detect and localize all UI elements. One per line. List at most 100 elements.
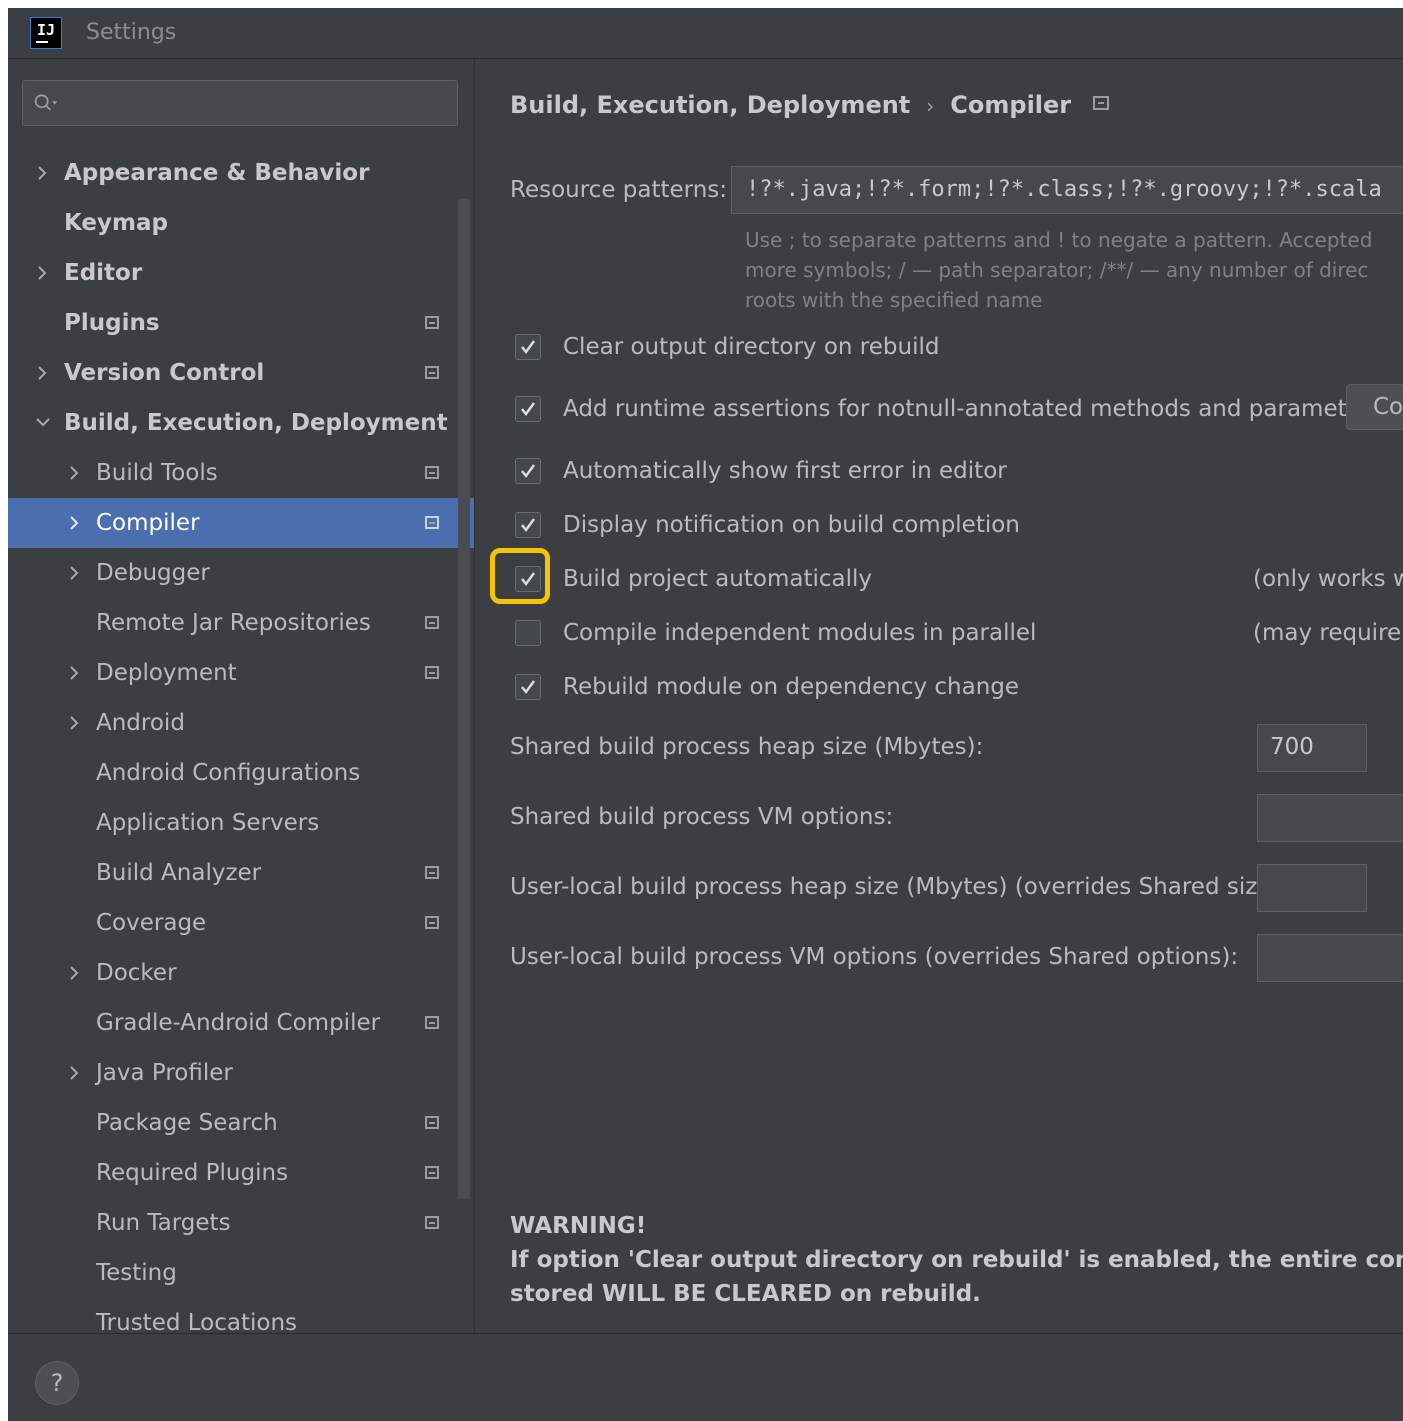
chevron-right-icon[interactable] (32, 248, 52, 298)
tree-item-label: Java Profiler (96, 1060, 233, 1086)
intellij-logo-icon: IJ (30, 17, 62, 49)
warning-message: WARNING! If option 'Clear output directo… (510, 1209, 1403, 1311)
display-notification-checkbox[interactable] (515, 512, 541, 538)
rebuild-on-dependency-checkbox[interactable] (515, 674, 541, 700)
tree-item-label: Compiler (96, 510, 200, 536)
chevron-right-icon[interactable] (64, 948, 84, 998)
project-level-icon (425, 666, 439, 679)
resource-patterns-input[interactable]: !?*.java;!?*.form;!?*.class;!?*.groovy;!… (731, 166, 1403, 214)
tree-item-appearance[interactable]: Appearance & Behavior (8, 148, 474, 198)
breadcrumb-current: Compiler (950, 91, 1072, 119)
tree-item-label: Remote Jar Repositories (96, 610, 371, 636)
vm-options-label: Shared build process VM options: (510, 804, 894, 830)
tree-item-keymap[interactable]: Keymap (8, 198, 474, 248)
tree-item-label: Version Control (64, 360, 265, 386)
tree-item-build-analyzer[interactable]: Build Analyzer (8, 848, 474, 898)
tree-item-package-search[interactable]: Package Search (8, 1098, 474, 1148)
compile-parallel-checkbox[interactable] (515, 620, 541, 646)
search-icon (34, 94, 58, 111)
tree-item-compiler[interactable]: Compiler (8, 498, 474, 548)
resource-patterns-label: Resource patterns: (510, 177, 728, 203)
tree-item-label: Android (96, 710, 185, 736)
tree-item-label: Appearance & Behavior (64, 160, 370, 186)
tree-item-run-targets[interactable]: Run Targets (8, 1198, 474, 1248)
tree-item-label: Debugger (96, 560, 210, 586)
project-level-icon (425, 1116, 439, 1129)
project-level-icon (425, 316, 439, 329)
user-vm-options-label: User-local build process VM options (ove… (510, 944, 1239, 970)
tree-item-plugins[interactable]: Plugins (8, 298, 474, 348)
chevron-right-icon[interactable] (64, 548, 84, 598)
tree-item-label: Android Configurations (96, 760, 361, 786)
tree-item-gradle-android-compiler[interactable]: Gradle-Android Compiler (8, 998, 474, 1048)
chevron-right-icon[interactable] (32, 148, 52, 198)
warning-line: If option 'Clear output directory on reb… (510, 1247, 1403, 1273)
checkbox-label: Clear output directory on rebuild (563, 334, 940, 360)
settings-tree: Appearance & Behavior Keymap Editor Plug… (8, 148, 474, 1333)
user-vm-options-input[interactable] (1257, 934, 1403, 982)
configure-annotations-button[interactable]: Co (1346, 384, 1403, 430)
clear-output-checkbox[interactable] (515, 334, 541, 360)
breadcrumb-parent[interactable]: Build, Execution, Deployment (510, 91, 910, 119)
user-heap-size-input[interactable] (1257, 864, 1367, 912)
build-automatically-note: (only works w (1253, 566, 1403, 592)
help-button[interactable]: ? (35, 1361, 79, 1405)
chevron-right-icon[interactable] (32, 348, 52, 398)
tree-item-docker[interactable]: Docker (8, 948, 474, 998)
tree-item-trusted-locations[interactable]: Trusted Locations (8, 1298, 474, 1333)
settings-window: IJ Settings Appearance & Behavior Keymap… (8, 8, 1403, 1421)
settings-sidebar: Appearance & Behavior Keymap Editor Plug… (8, 59, 475, 1333)
chevron-right-icon[interactable] (64, 448, 84, 498)
tree-item-label: Required Plugins (96, 1160, 289, 1186)
runtime-assertions-checkbox[interactable] (515, 396, 541, 422)
tree-item-android[interactable]: Android (8, 698, 474, 748)
tree-item-label: Coverage (96, 910, 207, 936)
project-level-icon (425, 866, 439, 879)
tree-item-coverage[interactable]: Coverage (8, 898, 474, 948)
tree-item-application-servers[interactable]: Application Servers (8, 798, 474, 848)
tree-item-java-profiler[interactable]: Java Profiler (8, 1048, 474, 1098)
project-level-icon (1093, 96, 1110, 110)
vm-options-input[interactable] (1257, 794, 1403, 842)
chevron-right-icon[interactable] (64, 498, 84, 548)
tree-item-required-plugins[interactable]: Required Plugins (8, 1148, 474, 1198)
hint-line: more symbols; / — path separator; /**/ —… (745, 258, 1369, 282)
chevron-right-icon[interactable] (64, 698, 84, 748)
tree-item-label: Build Analyzer (96, 860, 262, 886)
hint-line: Use ; to separate patterns and ! to nega… (745, 228, 1373, 252)
chevron-right-icon[interactable] (64, 1048, 84, 1098)
show-first-error-checkbox[interactable] (515, 458, 541, 484)
user-heap-size-label: User-local build process heap size (Mbyt… (510, 874, 1289, 900)
tree-item-label: Run Targets (96, 1210, 231, 1236)
chevron-right-icon[interactable] (64, 648, 84, 698)
hint-line: roots with the specified name (745, 288, 1043, 312)
tree-item-label: Plugins (64, 310, 160, 336)
warning-line: stored WILL BE CLEARED on rebuild. (510, 1281, 981, 1307)
checkbox-label: Add runtime assertions for notnull-annot… (563, 396, 1383, 422)
chevron-down-icon[interactable] (32, 398, 52, 448)
tree-item-version-control[interactable]: Version Control (8, 348, 474, 398)
compiler-settings-panel: Build, Execution, Deployment › Compiler Re… (475, 59, 1403, 1333)
heap-size-input[interactable]: 700 (1257, 724, 1367, 772)
search-input[interactable] (22, 80, 458, 126)
tree-item-testing[interactable]: Testing (8, 1248, 474, 1298)
checkbox-label: Compile independent modules in parallel (563, 620, 1037, 646)
highlight-annotation (490, 548, 550, 604)
sidebar-scrollbar[interactable] (458, 199, 470, 1199)
breadcrumb: Build, Execution, Deployment › Compiler (510, 91, 1110, 119)
tree-item-editor[interactable]: Editor (8, 248, 474, 298)
warning-title: WARNING! (510, 1213, 647, 1239)
tree-item-label: Editor (64, 260, 143, 286)
project-level-icon (425, 1216, 439, 1229)
tree-item-label: Application Servers (96, 810, 320, 836)
tree-item-android-configurations[interactable]: Android Configurations (8, 748, 474, 798)
project-level-icon (425, 616, 439, 629)
breadcrumb-separator: › (926, 94, 935, 118)
tree-item-remote-jar-repositories[interactable]: Remote Jar Repositories (8, 598, 474, 648)
tree-item-build-execution-deployment[interactable]: Build, Execution, Deployment (8, 398, 474, 448)
tree-item-label: Package Search (96, 1110, 278, 1136)
tree-item-label: Keymap (64, 210, 168, 236)
tree-item-deployment[interactable]: Deployment (8, 648, 474, 698)
tree-item-build-tools[interactable]: Build Tools (8, 448, 474, 498)
tree-item-debugger[interactable]: Debugger (8, 548, 474, 598)
